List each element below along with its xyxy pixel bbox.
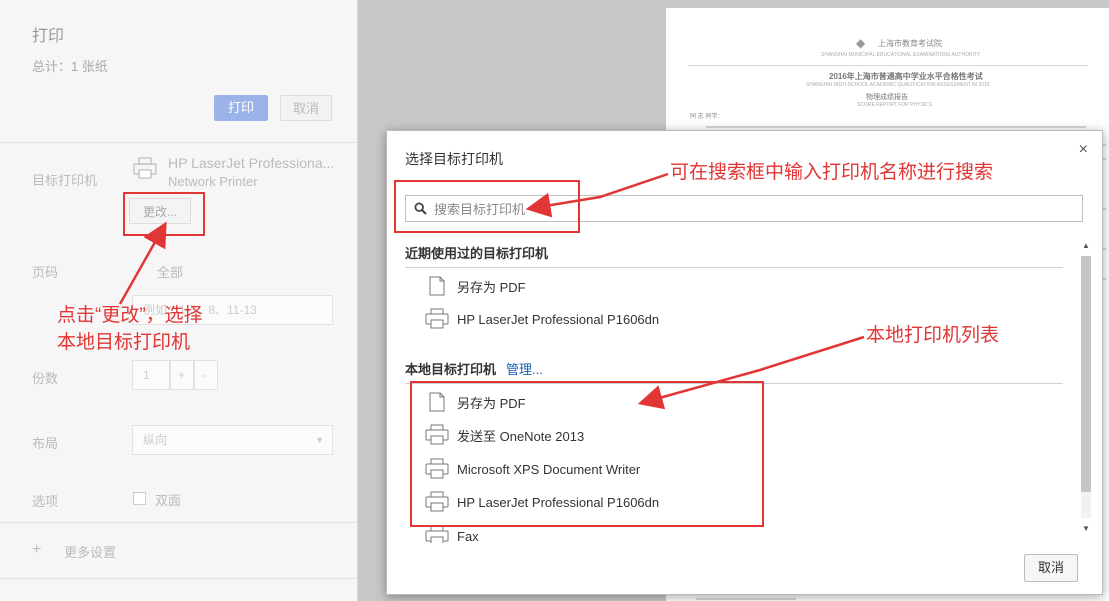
arrow-to-search-box <box>525 172 669 218</box>
arrow-to-local-list <box>637 335 865 410</box>
annotation-arrows <box>118 172 865 410</box>
arrow-to-change-button <box>118 221 167 305</box>
